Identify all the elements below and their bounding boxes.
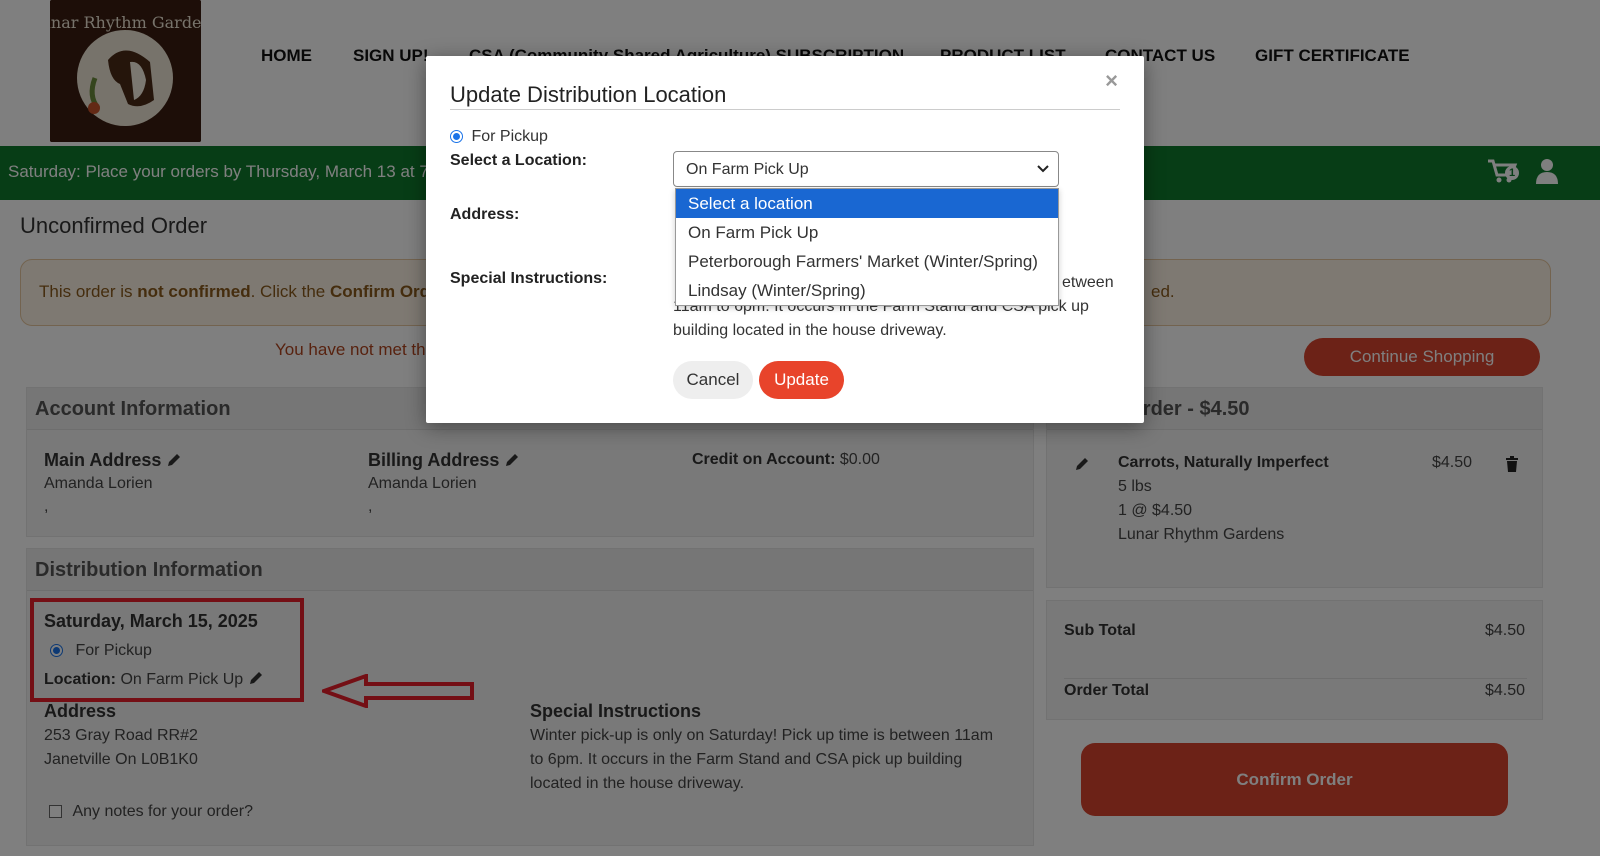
cancel-button[interactable]: Cancel <box>673 361 753 399</box>
update-location-modal: Update Distribution Location × For Picku… <box>426 56 1144 423</box>
location-option[interactable]: On Farm Pick Up <box>676 218 1058 247</box>
modal-instructions-line-1-tail: etween <box>1062 274 1114 291</box>
modal-title: Update Distribution Location <box>450 82 727 107</box>
location-dropdown-list: Select a location On Farm Pick Up Peterb… <box>675 188 1059 306</box>
modal-address-label: Address: <box>450 206 520 223</box>
chevron-down-icon <box>1037 165 1049 173</box>
modal-instructions-label: Special Instructions: <box>450 270 608 287</box>
update-button[interactable]: Update <box>759 361 844 399</box>
modal-instructions-line-3: building located in the house driveway. <box>673 322 947 339</box>
close-icon[interactable]: × <box>1105 68 1118 94</box>
location-option[interactable]: Select a location <box>676 189 1058 218</box>
location-option[interactable]: Peterborough Farmers' Market (Winter/Spr… <box>676 247 1058 276</box>
select-location-label: Select a Location: <box>450 152 587 169</box>
location-select-value: On Farm Pick Up <box>686 161 809 178</box>
location-option[interactable]: Lindsay (Winter/Spring) <box>676 276 1058 305</box>
modal-for-pickup-radio[interactable] <box>450 130 463 144</box>
location-select[interactable]: On Farm Pick Up <box>673 151 1059 187</box>
modal-for-pickup-label: For Pickup <box>471 128 548 145</box>
modal-divider <box>450 109 1120 110</box>
